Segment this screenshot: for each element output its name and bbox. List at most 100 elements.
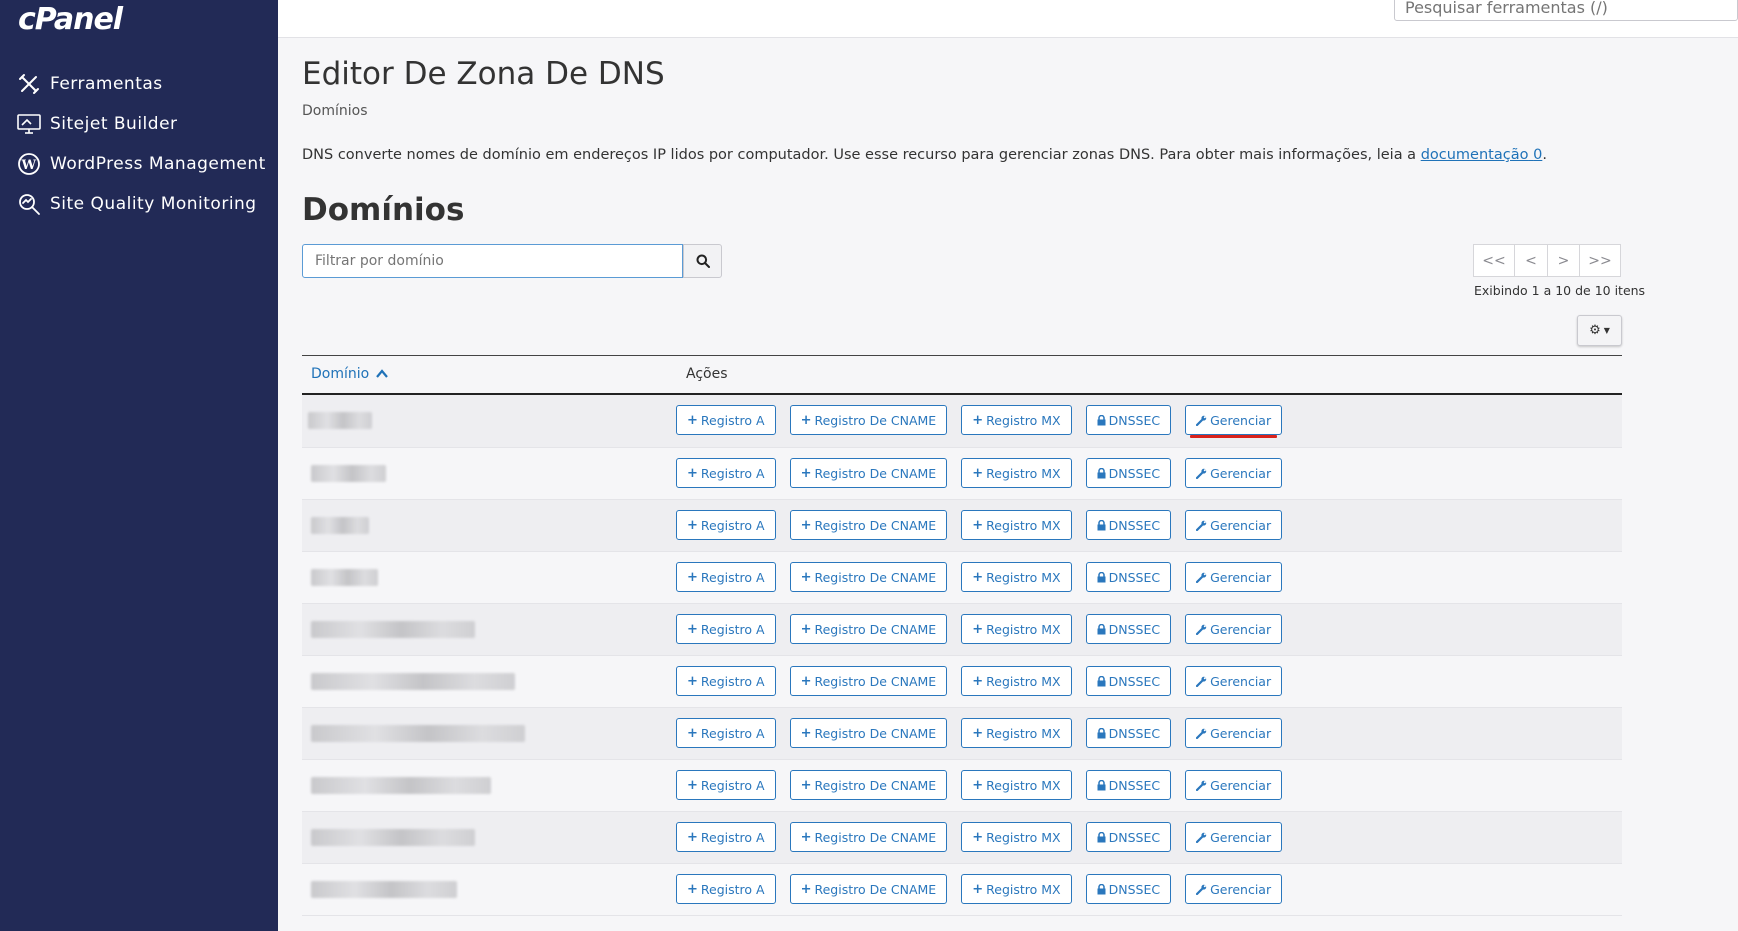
- page-last-button[interactable]: >>: [1579, 244, 1621, 277]
- wordpress-icon: W: [16, 151, 42, 177]
- plus-icon: +: [972, 777, 984, 793]
- manage-zone-button[interactable]: Gerenciar: [1185, 666, 1283, 696]
- manage-zone-button[interactable]: Gerenciar: [1185, 562, 1283, 592]
- plus-icon: +: [687, 673, 698, 689]
- add-cname-record-button[interactable]: + Registro De CNAME: [789, 405, 948, 435]
- breadcrumb[interactable]: Domínios: [302, 103, 368, 119]
- sidebar-item-wordpress[interactable]: W WordPress Management: [16, 148, 266, 180]
- add-mx-record-button[interactable]: + Registro MX: [961, 874, 1072, 904]
- add-mx-record-button[interactable]: + Registro MX: [961, 822, 1072, 852]
- cpanel-logo[interactable]: cPanel: [18, 2, 123, 37]
- external-link-icon: 0: [1533, 147, 1543, 163]
- add-cname-record-button[interactable]: + Registro De CNAME: [789, 666, 948, 696]
- tool-search-input[interactable]: [1394, 0, 1738, 21]
- add-cname-record-button[interactable]: + Registro De CNAME: [789, 614, 948, 644]
- dnssec-button[interactable]: DNSSEC: [1085, 614, 1172, 644]
- domain-name-redacted: [311, 517, 369, 534]
- filter-search-button[interactable]: [683, 244, 722, 278]
- add-a-record-button[interactable]: + Registro A: [676, 510, 776, 540]
- dnssec-button[interactable]: DNSSEC: [1085, 718, 1172, 748]
- settings-dropdown-button[interactable]: ⚙ ▼: [1577, 315, 1622, 346]
- sidebar-item-label: Sitejet Builder: [50, 114, 178, 134]
- plus-icon: +: [972, 517, 984, 533]
- table-row: + Registro A + Registro De CNAME + Registro…: [302, 864, 1622, 916]
- add-cname-record-button[interactable]: + Registro De CNAME: [789, 562, 948, 592]
- manage-zone-button[interactable]: Gerenciar: [1185, 874, 1283, 904]
- add-mx-record-button[interactable]: + Registro MX: [961, 718, 1072, 748]
- manage-zone-button[interactable]: Gerenciar: [1185, 770, 1283, 800]
- add-a-record-button[interactable]: + Registro A: [676, 458, 776, 488]
- sidebar-item-site-quality[interactable]: Site Quality Monitoring: [16, 188, 266, 220]
- add-mx-record-button[interactable]: + Registro MX: [961, 614, 1072, 644]
- add-a-record-button[interactable]: + Registro A: [676, 822, 776, 852]
- pagination-status: Exibindo 1 a 10 de 10 itens: [1474, 283, 1646, 298]
- add-a-record-button[interactable]: + Registro A: [676, 770, 776, 800]
- manage-zone-button[interactable]: Gerenciar: [1185, 458, 1283, 488]
- add-a-record-button[interactable]: + Registro A: [676, 718, 776, 748]
- add-mx-record-button[interactable]: + Registro MX: [961, 562, 1072, 592]
- domain-name-redacted: [311, 621, 475, 638]
- add-cname-record-button[interactable]: + Registro De CNAME: [789, 458, 948, 488]
- row-actions: + Registro A + Registro De CNAME + Registro…: [676, 510, 1296, 540]
- row-actions: + Registro A + Registro De CNAME + Registro…: [676, 405, 1296, 438]
- sidebar-item-ferramentas[interactable]: Ferramentas: [16, 68, 266, 100]
- add-cname-record-button[interactable]: + Registro De CNAME: [789, 510, 948, 540]
- page-first-button[interactable]: <<: [1473, 244, 1515, 277]
- domain-filter-input[interactable]: [302, 244, 683, 278]
- add-a-record-button[interactable]: + Registro A: [676, 614, 776, 644]
- add-a-record-button[interactable]: + Registro A: [676, 405, 776, 435]
- manage-zone-button[interactable]: Gerenciar: [1185, 405, 1283, 438]
- table-row: + Registro A + Registro De CNAME + Registro…: [302, 760, 1622, 812]
- plus-icon: +: [800, 777, 812, 793]
- add-cname-record-button[interactable]: + Registro De CNAME: [789, 822, 948, 852]
- dnssec-button[interactable]: DNSSEC: [1085, 874, 1172, 904]
- dnssec-button[interactable]: DNSSEC: [1085, 458, 1172, 488]
- dnssec-button[interactable]: DNSSEC: [1085, 510, 1172, 540]
- add-mx-record-button[interactable]: + Registro MX: [961, 666, 1072, 696]
- magnifier-icon: [16, 191, 42, 217]
- add-cname-record-button[interactable]: + Registro De CNAME: [789, 770, 948, 800]
- domains-table: Domínio Ações + Registro A + Registro De C…: [302, 355, 1622, 916]
- plus-icon: +: [972, 829, 984, 845]
- plus-icon: +: [687, 465, 698, 481]
- dnssec-button[interactable]: DNSSEC: [1085, 666, 1172, 696]
- add-cname-record-button[interactable]: + Registro De CNAME: [789, 874, 948, 904]
- add-cname-record-button[interactable]: + Registro De CNAME: [789, 718, 948, 748]
- domain-name-redacted: [308, 412, 372, 429]
- dnssec-button[interactable]: DNSSEC: [1085, 822, 1172, 852]
- row-actions: + Registro A + Registro De CNAME + Registro…: [676, 666, 1296, 696]
- add-mx-record-button[interactable]: + Registro MX: [961, 405, 1072, 435]
- svg-text:W: W: [20, 158, 36, 173]
- add-a-record-button[interactable]: + Registro A: [676, 666, 776, 696]
- domain-name-redacted: [311, 569, 378, 586]
- add-mx-record-button[interactable]: + Registro MX: [961, 770, 1072, 800]
- sidebar-item-sitejet[interactable]: Sitejet Builder: [16, 108, 266, 140]
- page-next-button[interactable]: >: [1547, 244, 1580, 277]
- dnssec-button[interactable]: DNSSEC: [1085, 562, 1172, 592]
- manage-zone-button[interactable]: Gerenciar: [1185, 614, 1283, 644]
- wrench-icon: [1196, 676, 1207, 687]
- sort-by-domain-header[interactable]: Domínio: [311, 366, 388, 382]
- highlight-underline: [1190, 435, 1278, 438]
- table-row: + Registro A + Registro De CNAME + Registro…: [302, 812, 1622, 864]
- manage-zone-button[interactable]: Gerenciar: [1185, 510, 1283, 540]
- manage-zone-button[interactable]: Gerenciar: [1185, 718, 1283, 748]
- add-a-record-button[interactable]: + Registro A: [676, 562, 776, 592]
- wrench-icon: [1196, 468, 1207, 479]
- wrench-icon: [1196, 832, 1207, 843]
- row-actions: + Registro A + Registro De CNAME + Registro…: [676, 718, 1296, 748]
- sidebar-item-label: WordPress Management: [50, 154, 266, 174]
- add-a-record-button[interactable]: + Registro A: [676, 874, 776, 904]
- table-row: + Registro A + Registro De CNAME + Registro…: [302, 656, 1622, 708]
- dnssec-button[interactable]: DNSSEC: [1085, 405, 1172, 435]
- page-prev-button[interactable]: <: [1514, 244, 1548, 277]
- plus-icon: +: [687, 412, 698, 428]
- add-mx-record-button[interactable]: + Registro MX: [961, 458, 1072, 488]
- add-mx-record-button[interactable]: + Registro MX: [961, 510, 1072, 540]
- manage-zone-button[interactable]: Gerenciar: [1185, 822, 1283, 852]
- plus-icon: +: [687, 777, 698, 793]
- documentation-link[interactable]: documentação 0: [1421, 147, 1543, 163]
- dnssec-button[interactable]: DNSSEC: [1085, 770, 1172, 800]
- domain-name-redacted: [311, 673, 515, 690]
- lock-icon: [1097, 571, 1106, 583]
